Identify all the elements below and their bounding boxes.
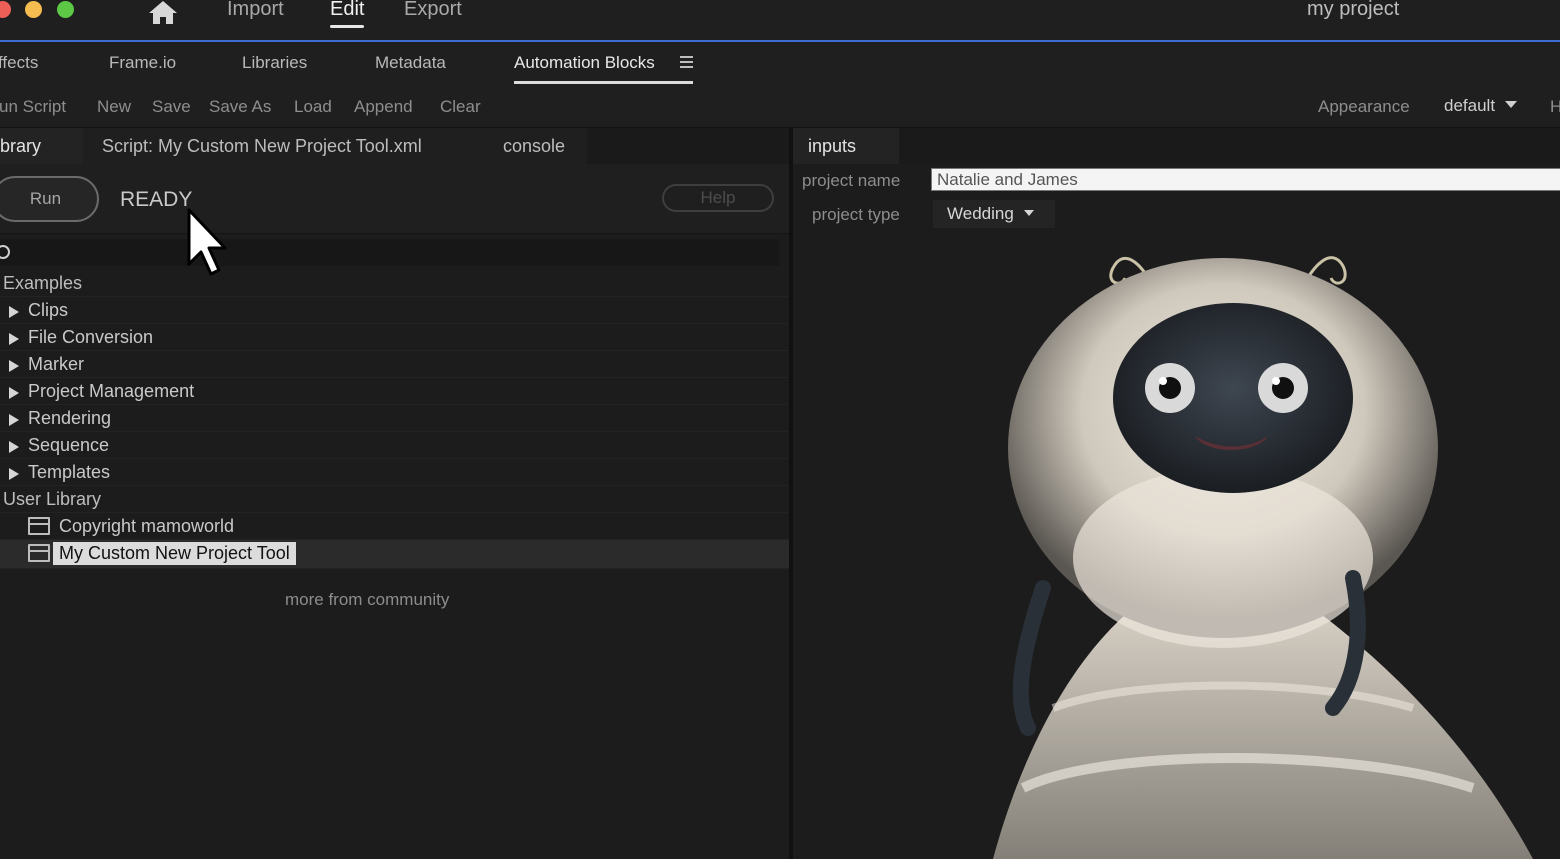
tab-metadata[interactable]: Metadata	[375, 53, 446, 73]
tree-group-label: User Library	[3, 489, 102, 509]
library-panel-tabs: brary Script: My Custom New Project Tool…	[0, 128, 789, 164]
tab-console[interactable]: console	[475, 128, 587, 164]
appearance-dropdown[interactable]: default	[1444, 96, 1518, 116]
tab-library[interactable]: brary	[0, 128, 83, 164]
tree-script-label: My Custom New Project Tool	[53, 542, 296, 565]
mouse-pointer-icon	[187, 208, 227, 276]
panel-tab-bar: ffects Frame.io Libraries Metadata Autom…	[0, 42, 1560, 86]
status-text: READY	[120, 188, 193, 211]
inputs-panel: inputs project name project type Wedding	[793, 128, 1560, 859]
project-type-value: Wedding	[947, 204, 1014, 223]
library-panel: brary Script: My Custom New Project Tool…	[0, 128, 789, 859]
help-button[interactable]: Help	[662, 184, 774, 212]
clear-button[interactable]: Clear	[440, 97, 481, 117]
load-button[interactable]: Load	[294, 97, 332, 117]
append-button[interactable]: Append	[354, 97, 413, 117]
new-button[interactable]: New	[97, 97, 131, 117]
expand-arrow-icon[interactable]	[9, 414, 19, 426]
tab-inputs[interactable]: inputs	[793, 128, 899, 164]
tree-folder-rendering[interactable]: Rendering	[0, 405, 789, 432]
library-search-input[interactable]	[0, 239, 779, 266]
tree-script-label: Copyright mamoworld	[59, 516, 235, 536]
tree-folder-marker[interactable]: Marker	[0, 351, 789, 378]
script-file-icon	[28, 544, 50, 562]
tree-folder-sequence[interactable]: Sequence	[0, 432, 789, 459]
run-button[interactable]: Run	[0, 176, 99, 222]
tree-folder-project-management[interactable]: Project Management	[0, 378, 789, 405]
expand-arrow-icon[interactable]	[9, 306, 19, 318]
tree-folder-label: Sequence	[28, 435, 110, 455]
appearance-label: Appearance	[1318, 97, 1410, 116]
project-title: my project	[1307, 0, 1400, 20]
panel-menu-icon[interactable]	[680, 56, 693, 69]
tree-group-examples[interactable]: Examples	[0, 270, 789, 297]
window-maximize-button[interactable]	[57, 1, 74, 18]
tree-group-user-library[interactable]: User Library	[0, 486, 789, 513]
tab-libraries[interactable]: Libraries	[242, 53, 307, 73]
chevron-down-icon	[1023, 210, 1034, 216]
project-type-dropdown[interactable]: Wedding	[933, 200, 1055, 228]
tree-folder-label: Clips	[28, 300, 69, 320]
tab-script[interactable]: Script: My Custom New Project Tool.xml	[83, 128, 475, 164]
window-minimize-button[interactable]	[25, 1, 42, 18]
expand-arrow-icon[interactable]	[9, 468, 19, 480]
library-tree: Examples Clips File Conversion Marker Pr…	[0, 270, 789, 569]
toolbar-overflow-item[interactable]: H	[1550, 97, 1560, 117]
run-bar: Run READY Help	[0, 164, 789, 234]
tree-folder-label: File Conversion	[28, 327, 154, 347]
tree-folder-file-conversion[interactable]: File Conversion	[0, 324, 789, 351]
preview-image	[993, 256, 1533, 859]
tree-folder-label: Rendering	[28, 408, 112, 428]
tab-automation-blocks[interactable]: Automation Blocks	[514, 53, 693, 84]
tree-folder-clips[interactable]: Clips	[0, 297, 789, 324]
more-from-community-link[interactable]: more from community	[285, 590, 449, 610]
script-file-icon	[28, 517, 50, 535]
inputs-tab-bar	[899, 128, 1560, 164]
tree-folder-label: Project Management	[28, 381, 195, 401]
tree-folder-label: Marker	[28, 354, 85, 374]
expand-arrow-icon[interactable]	[9, 333, 19, 345]
nav-export[interactable]: Export	[404, 0, 462, 21]
window-close-button[interactable]	[0, 1, 11, 18]
tab-effects[interactable]: ffects	[0, 53, 38, 73]
save-as-button[interactable]: Save As	[209, 97, 271, 117]
run-script-button[interactable]: un Script	[0, 97, 66, 117]
tab-frameio[interactable]: Frame.io	[109, 53, 176, 73]
home-icon[interactable]	[148, 0, 178, 24]
tree-folder-label: Templates	[28, 462, 111, 482]
nav-edit[interactable]: Edit	[330, 0, 365, 28]
expand-arrow-icon[interactable]	[9, 441, 19, 453]
toolbar: un Script New Save Save As Load Append C…	[0, 86, 1560, 128]
title-bar: Import Edit Export my project	[0, 0, 1560, 42]
nav-import[interactable]: Import	[227, 0, 284, 21]
appearance-value: default	[1444, 96, 1496, 115]
project-type-label: project type	[812, 205, 900, 224]
tree-script-copyright-mamoworld[interactable]: Copyright mamoworld	[0, 513, 789, 540]
tree-group-label: Examples	[3, 273, 83, 293]
chevron-down-icon	[1505, 101, 1518, 108]
save-button[interactable]: Save	[152, 97, 191, 117]
project-name-input[interactable]	[931, 168, 1560, 191]
expand-arrow-icon[interactable]	[9, 360, 19, 372]
expand-arrow-icon[interactable]	[9, 387, 19, 399]
tree-script-my-custom-new-project-tool[interactable]: My Custom New Project Tool	[0, 540, 789, 569]
search-icon	[0, 245, 10, 259]
project-name-label: project name	[802, 171, 901, 190]
tree-folder-templates[interactable]: Templates	[0, 459, 789, 486]
